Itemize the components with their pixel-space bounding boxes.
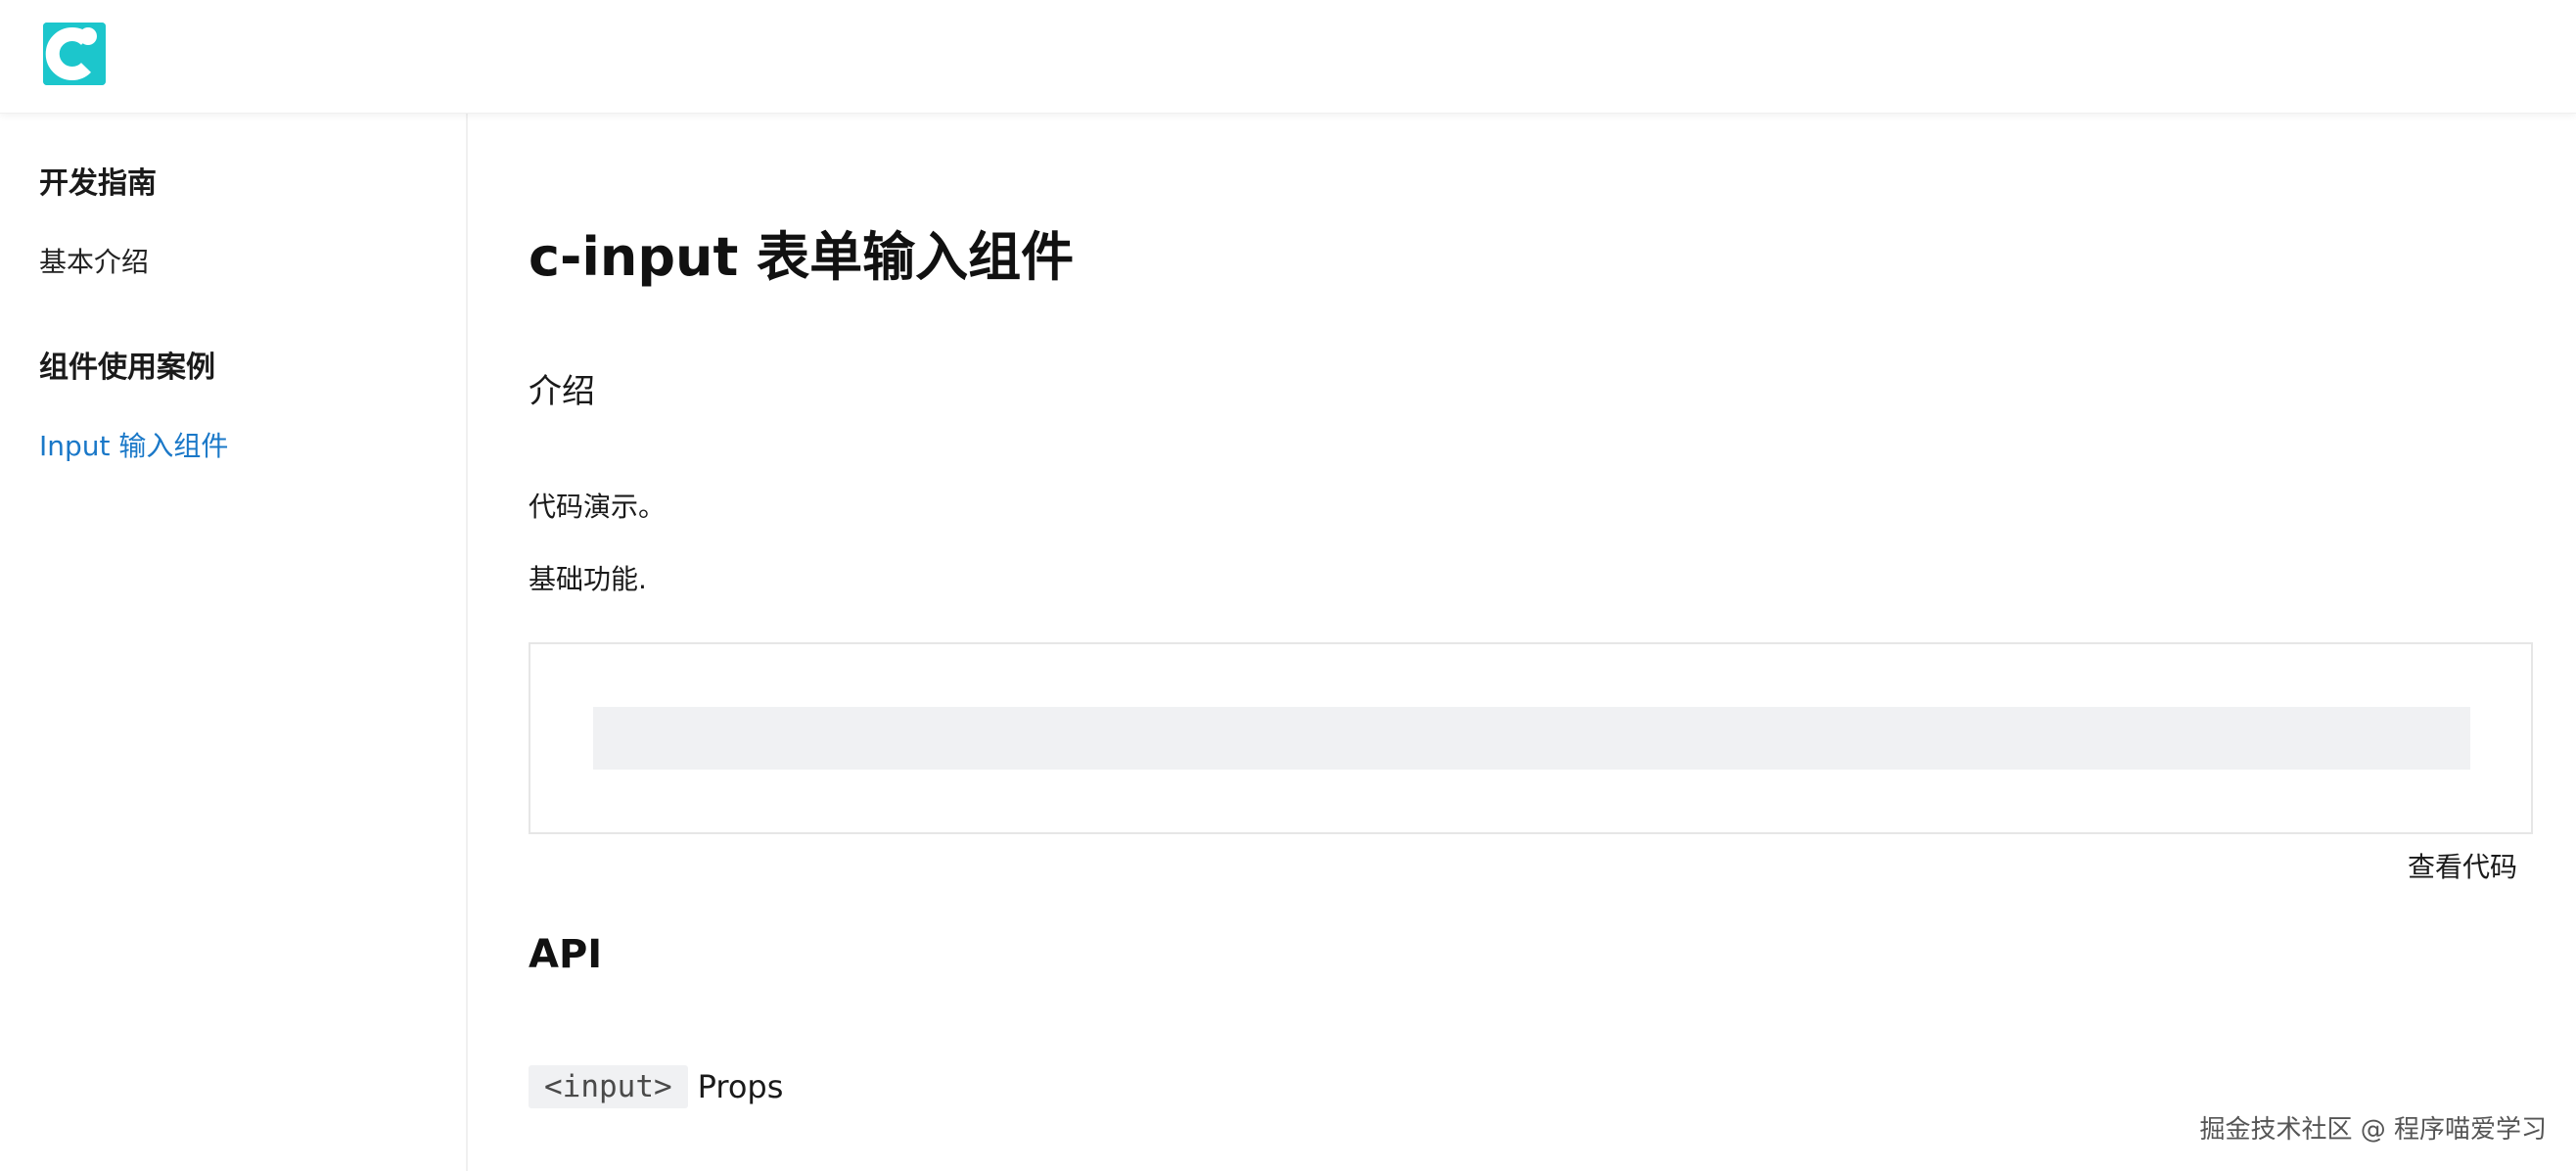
sidebar-group-title-examples: 组件使用案例 <box>39 351 215 385</box>
main-content: c-input 表单输入组件 介绍 代码演示。 基础功能. 查看代码 API <… <box>529 114 2545 1171</box>
sidebar-nav: 开发指南 基本介绍 组件使用案例 Input 输入组件 <box>0 114 468 1171</box>
sidebar-group-title-guide: 开发指南 <box>39 166 157 201</box>
c-letter-logo-icon[interactable] <box>43 23 106 85</box>
sidebar-item-basic-intro[interactable]: 基本介绍 <box>39 241 149 280</box>
props-label: Props <box>697 1068 784 1105</box>
paragraph-basic-function: 基础功能. <box>529 563 647 595</box>
api-heading: API <box>529 932 603 977</box>
demo-text-input[interactable] <box>593 707 2470 770</box>
watermark: 掘金技术社区 @ 程序喵爱学习 <box>2199 1115 2547 1145</box>
sidebar-item-input-component[interactable]: Input 输入组件 <box>39 425 228 464</box>
intro-heading: 介绍 <box>529 372 595 411</box>
view-code-button[interactable]: 查看代码 <box>2408 846 2517 885</box>
top-header <box>0 0 2576 114</box>
demo-box <box>529 642 2533 834</box>
page-title: c-input 表单输入组件 <box>529 226 1075 288</box>
paragraph-code-demo: 代码演示。 <box>529 491 667 523</box>
props-heading: <input> Props <box>529 1065 783 1108</box>
input-code-tag: <input> <box>529 1065 688 1108</box>
